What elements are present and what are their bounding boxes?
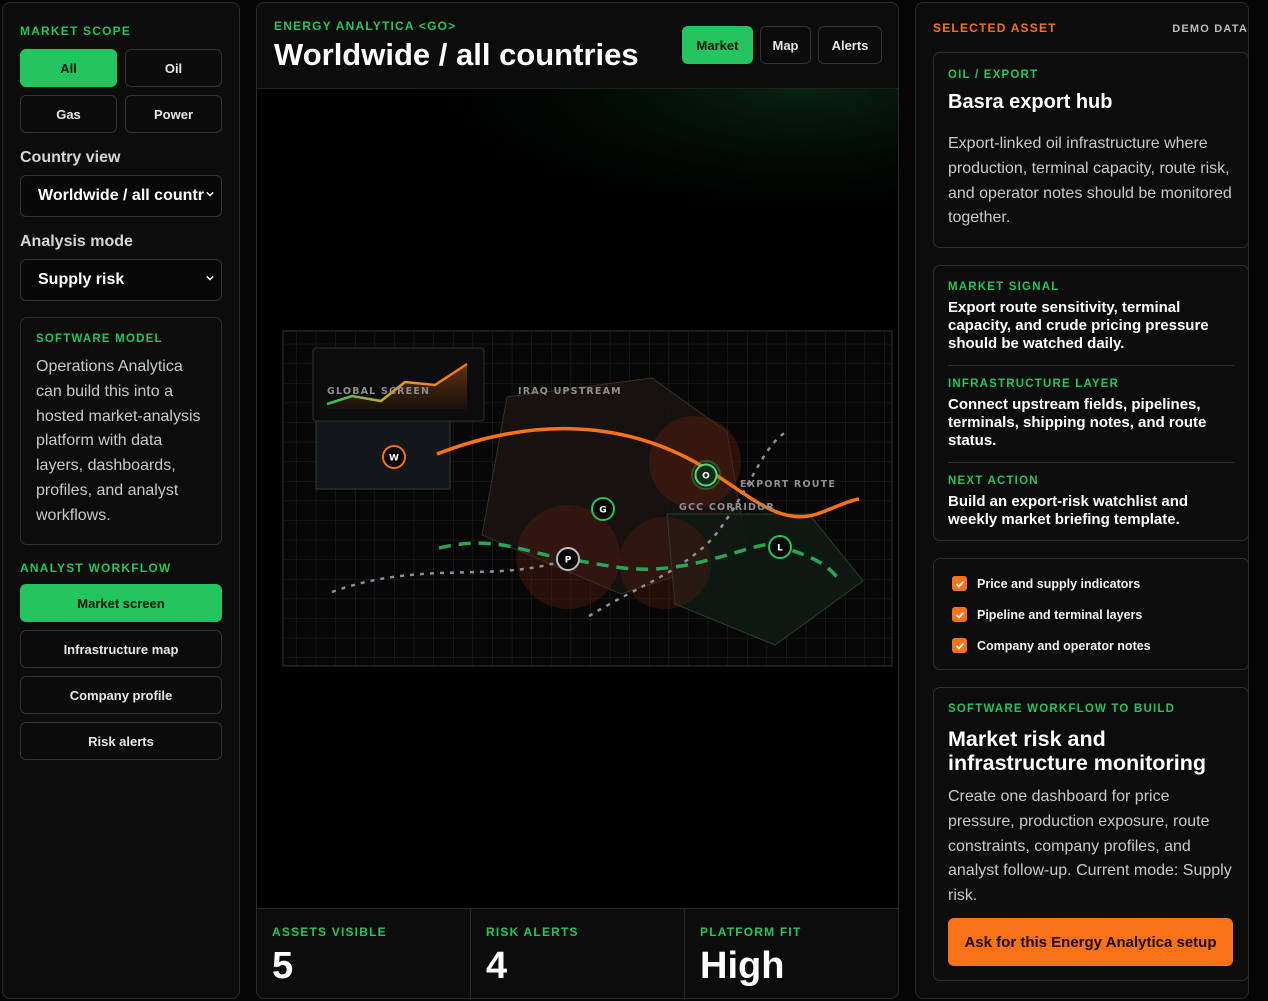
asset-card: OIL / EXPORT Basra export hub Export-lin…	[933, 52, 1249, 248]
scope-all-button[interactable]: All	[20, 49, 117, 87]
stat-fit-label: PLATFORM FIT	[700, 925, 802, 939]
checkbox-checked-icon[interactable]	[952, 638, 967, 653]
stat-assets-value: 5	[272, 945, 294, 987]
market-scope-title: MARKET SCOPE	[20, 24, 132, 38]
country-view-label: Country view	[20, 149, 121, 166]
tab-map[interactable]: Map	[760, 26, 811, 64]
workflow-heading: Market risk and infrastructure monitorin…	[948, 727, 1207, 775]
signal-infrastructure: INFRASTRUCTURE LAYER Connect upstream fi…	[948, 366, 1234, 463]
marker-w-label: W	[389, 454, 399, 464]
stat-risk-alerts: RISK ALERTS 4	[471, 908, 685, 1000]
marker-w[interactable]: W	[382, 445, 406, 469]
software-model-text: Operations Analytica can build this into…	[36, 358, 201, 524]
workflow-card: SOFTWARE WORKFLOW TO BUILD Market risk a…	[933, 687, 1249, 981]
scope-gas-button[interactable]: Gas	[20, 95, 117, 133]
signal-infrastructure-title: INFRASTRUCTURE LAYER	[948, 378, 1120, 390]
marker-o[interactable]: O	[691, 460, 721, 490]
marker-l[interactable]: L	[768, 535, 792, 559]
page-title: Worldwide / all countries	[274, 37, 639, 72]
software-model-title: SOFTWARE MODEL	[36, 333, 163, 345]
risk-alerts-button[interactable]: Risk alerts	[20, 722, 222, 760]
signal-infrastructure-text: Connect upstream fields, pipelines, term…	[948, 396, 1207, 449]
company-profile-button[interactable]: Company profile	[20, 676, 222, 714]
check-price-supply-label: Price and supply indicators	[977, 576, 1141, 591]
check-price-supply[interactable]: Price and supply indicators	[952, 576, 1140, 591]
market-screen-button[interactable]: Market screen	[20, 584, 222, 622]
signal-next-title: NEXT ACTION	[948, 475, 1039, 487]
asset-name: Basra export hub	[948, 91, 1113, 113]
signal-market-title: MARKET SIGNAL	[948, 281, 1060, 293]
tab-alerts[interactable]: Alerts	[818, 26, 882, 64]
marker-l-label: L	[777, 544, 783, 554]
workflow-text: Create one dashboard for price pressure,…	[948, 788, 1232, 905]
check-pipeline-terminal-label: Pipeline and terminal layers	[977, 607, 1143, 622]
selected-asset-title: SELECTED ASSET	[933, 21, 1057, 35]
check-company-operator-label: Company and operator notes	[977, 638, 1151, 653]
analyst-workflow-title: ANALYST WORKFLOW	[20, 561, 172, 575]
request-setup-button[interactable]: Ask for this Energy Analytica setup	[948, 918, 1233, 966]
left-sidebar: MARKET SCOPE All Oil Gas Power Country v…	[2, 2, 240, 999]
check-company-operator[interactable]: Company and operator notes	[952, 638, 1151, 653]
scope-power-button[interactable]: Power	[125, 95, 222, 133]
workflow-title: SOFTWARE WORKFLOW TO BUILD	[948, 703, 1176, 715]
signal-market-text: Export route sensitivity, terminal capac…	[948, 299, 1209, 352]
signal-market: MARKET SIGNAL Export route sensitivity, …	[948, 266, 1234, 366]
stat-fit-value: High	[700, 945, 785, 987]
asset-category: OIL / EXPORT	[948, 69, 1039, 81]
tab-market[interactable]: Market	[682, 26, 753, 64]
app-eyebrow: ENERGY ANALYTICA <GO>	[274, 19, 457, 33]
software-model-card: SOFTWARE MODEL Operations Analytica can …	[20, 317, 222, 545]
stat-risk-label: RISK ALERTS	[486, 925, 579, 939]
market-map[interactable]: GLOBAL SCREEN IRAQ UPSTREAM EXPORT ROUTE…	[257, 88, 898, 908]
map-label-export-route: EXPORT ROUTE	[740, 479, 836, 490]
demo-data-badge: DEMO DATA	[1172, 23, 1248, 35]
stat-assets-visible: ASSETS VISIBLE 5	[257, 908, 471, 1000]
asset-description: Export-linked oil infrastructure where p…	[948, 135, 1232, 227]
analysis-mode-label: Analysis mode	[20, 233, 133, 250]
marker-g-label: G	[599, 506, 606, 516]
top-glow	[257, 89, 898, 304]
map-label-iraq-upstream: IRAQ UPSTREAM	[518, 386, 622, 397]
checkbox-checked-icon[interactable]	[952, 576, 967, 591]
stat-platform-fit: PLATFORM FIT High	[685, 908, 898, 1000]
country-view-select[interactable]: Worldwide / all countr	[20, 175, 222, 217]
signals-card: MARKET SIGNAL Export route sensitivity, …	[933, 265, 1249, 541]
map-canvas: GLOBAL SCREEN IRAQ UPSTREAM EXPORT ROUTE…	[257, 89, 898, 667]
map-label-gcc-corridor: GCC CORRIDOR	[679, 502, 775, 513]
checkbox-checked-icon[interactable]	[952, 607, 967, 622]
marker-p[interactable]: P	[556, 547, 580, 571]
right-sidebar: SELECTED ASSET DEMO DATA OIL / EXPORT Ba…	[915, 2, 1249, 999]
stat-risk-value: 4	[486, 945, 508, 987]
map-label-global-screen: GLOBAL SCREEN	[327, 386, 430, 397]
signal-next-action: NEXT ACTION Build an export-risk watchli…	[948, 463, 1234, 529]
stat-assets-label: ASSETS VISIBLE	[272, 925, 387, 939]
scope-oil-button[interactable]: Oil	[125, 49, 222, 87]
signal-next-text: Build an export-risk watchlist and weekl…	[948, 493, 1189, 528]
chevron-down-icon	[206, 275, 214, 281]
chevron-down-icon	[206, 191, 214, 197]
country-view-value: Worldwide / all countr	[38, 187, 204, 204]
analysis-mode-select[interactable]: Supply risk	[20, 259, 222, 301]
marker-p-label: P	[565, 556, 572, 566]
check-pipeline-terminal[interactable]: Pipeline and terminal layers	[952, 607, 1142, 622]
analysis-mode-value: Supply risk	[38, 271, 125, 288]
layers-checklist: Price and supply indicators Pipeline and…	[933, 558, 1249, 670]
infrastructure-map-button[interactable]: Infrastructure map	[20, 630, 222, 668]
main-panel: ENERGY ANALYTICA <GO> Worldwide / all co…	[256, 2, 899, 1000]
marker-o-label: O	[702, 472, 710, 482]
marker-g[interactable]: G	[591, 497, 615, 521]
